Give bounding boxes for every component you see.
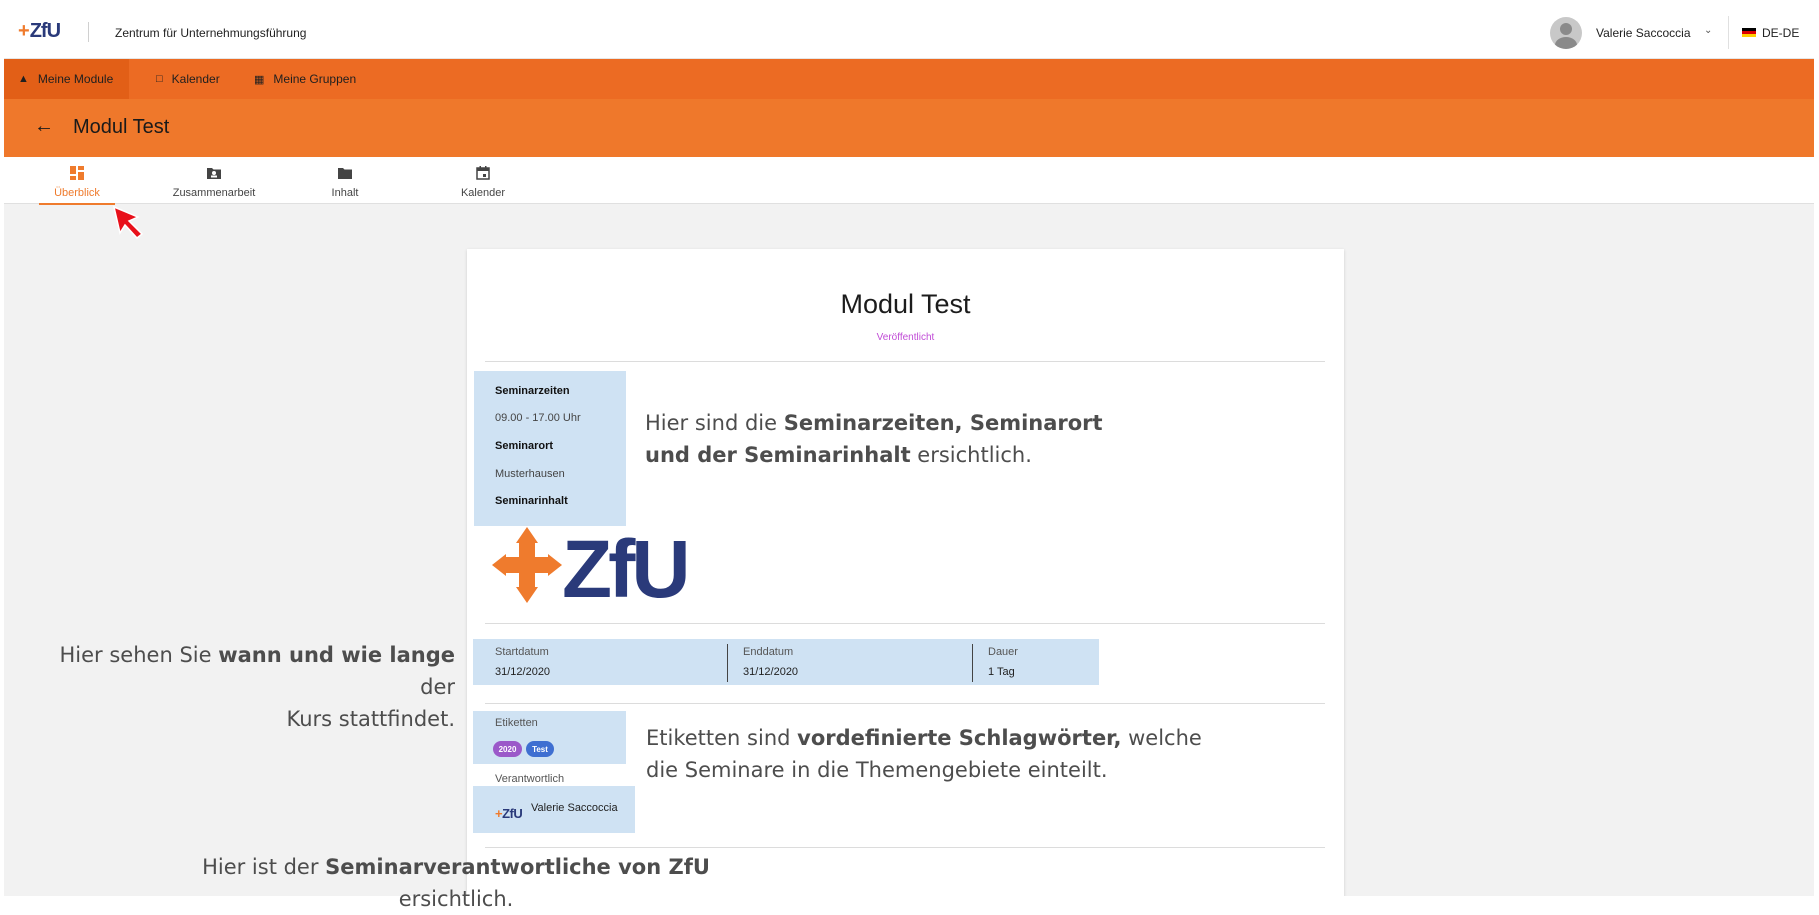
seminarzeiten-value: 09.00 - 17.00 Uhr bbox=[495, 412, 581, 424]
seminarinhalt-label: Seminarinhalt bbox=[495, 495, 568, 507]
zfu-logo[interactable]: +ZfU bbox=[18, 20, 61, 43]
home-icon: ▲ bbox=[18, 73, 29, 85]
calendar-icon: □ bbox=[156, 73, 163, 85]
zfu-small-logo: +ZfU bbox=[495, 806, 523, 821]
org-name: Zentrum für Unternehmungsführung bbox=[115, 26, 307, 40]
enddatum-value: 31/12/2020 bbox=[743, 666, 799, 678]
tag-chip-test[interactable]: Test bbox=[526, 741, 554, 757]
divider bbox=[485, 361, 1325, 362]
pointer-arrow-icon bbox=[112, 205, 144, 239]
annotation-responsible: Hier ist der Seminarverantwortliche von … bbox=[202, 855, 710, 911]
module-titlebar: ← Modul Test bbox=[4, 99, 1814, 157]
dauer-label: Dauer bbox=[988, 646, 1018, 658]
language-selector[interactable]: DE-DE bbox=[1762, 26, 1799, 40]
page-title: Modul Test bbox=[73, 116, 170, 138]
date-divider bbox=[972, 644, 973, 682]
tab-ueberblick[interactable]: Überblick bbox=[39, 157, 115, 205]
startdatum-label: Startdatum bbox=[495, 646, 549, 658]
user-menu-name[interactable]: Valerie Saccoccia bbox=[1596, 26, 1691, 40]
module-tabs: Überblick Zusammenarbeit Inhalt Kalender bbox=[4, 157, 1814, 205]
main-nav: ▲ Meine Module □ Kalender ▦ Meine Gruppe… bbox=[4, 59, 1814, 99]
divider bbox=[485, 847, 1325, 848]
tab-zusammenarbeit[interactable]: Zusammenarbeit bbox=[164, 157, 264, 204]
tab-inhalt[interactable]: Inhalt bbox=[315, 157, 375, 204]
status-badge: Veröffentlicht bbox=[876, 332, 935, 343]
tag-chip-2020[interactable]: 2020 bbox=[493, 741, 522, 757]
nav-label: Meine Gruppen bbox=[273, 72, 357, 86]
header-divider-right bbox=[1728, 16, 1729, 49]
divider bbox=[485, 623, 1325, 624]
event-icon bbox=[476, 166, 490, 180]
top-header: +ZfU Zentrum für Unternehmungsführung Va… bbox=[4, 6, 1814, 59]
app-window: +ZfU Zentrum für Unternehmungsführung Va… bbox=[4, 6, 1814, 896]
back-arrow-icon[interactable]: ← bbox=[34, 115, 54, 138]
tab-label: Inhalt bbox=[331, 187, 359, 199]
zfu-logo-image: ZfU bbox=[492, 525, 691, 605]
nav-label: Kalender bbox=[171, 72, 220, 86]
tab-label: Kalender bbox=[460, 187, 506, 199]
nav-label: Meine Module bbox=[37, 72, 114, 86]
dashboard-icon bbox=[70, 166, 84, 180]
german-flag-icon bbox=[1742, 28, 1756, 37]
chevron-down-icon[interactable]: ⌄ bbox=[1704, 25, 1712, 36]
contact-folder-icon bbox=[207, 168, 221, 179]
annotation-seminar-info: Hier sind die Seminarzeiten, Seminarort u… bbox=[645, 411, 1103, 467]
responsible-name[interactable]: Valerie Saccoccia bbox=[531, 802, 618, 814]
tab-label: Überblick bbox=[54, 187, 100, 199]
tab-kalender[interactable]: Kalender bbox=[450, 157, 516, 204]
dauer-value: 1 Tag bbox=[988, 666, 1015, 678]
folder-icon bbox=[338, 168, 352, 179]
header-divider bbox=[88, 22, 89, 42]
seminarzeiten-label: Seminarzeiten bbox=[495, 385, 570, 397]
groups-icon: ▦ bbox=[254, 73, 265, 86]
etiketten-label: Etiketten bbox=[495, 717, 538, 729]
annotation-tags: Etiketten sind vordefinierte Schlagwörte… bbox=[646, 726, 1202, 782]
nav-kalender[interactable]: □ Kalender bbox=[142, 59, 234, 99]
tab-label: Zusammenarbeit bbox=[172, 187, 256, 199]
startdatum-value: 31/12/2020 bbox=[495, 666, 551, 678]
module-overview-card: Modul Test Veröffentlicht Seminarzeiten … bbox=[467, 249, 1344, 896]
nav-meine-gruppen[interactable]: ▦ Meine Gruppen bbox=[240, 59, 370, 99]
card-title: Modul Test bbox=[840, 289, 971, 319]
annotation-dates: Hier sehen Sie wann und wie lange der Kur… bbox=[59, 643, 455, 731]
date-divider bbox=[727, 644, 728, 682]
enddatum-label: Enddatum bbox=[743, 646, 794, 658]
avatar[interactable] bbox=[1550, 17, 1582, 49]
nav-meine-module[interactable]: ▲ Meine Module bbox=[4, 59, 129, 99]
divider bbox=[485, 703, 1325, 704]
svg-text:ZfU: ZfU bbox=[562, 525, 687, 605]
verantwortlich-label: Verantwortlich bbox=[495, 773, 565, 785]
seminarort-label: Seminarort bbox=[495, 440, 554, 452]
seminarort-value: Musterhausen bbox=[495, 468, 565, 480]
